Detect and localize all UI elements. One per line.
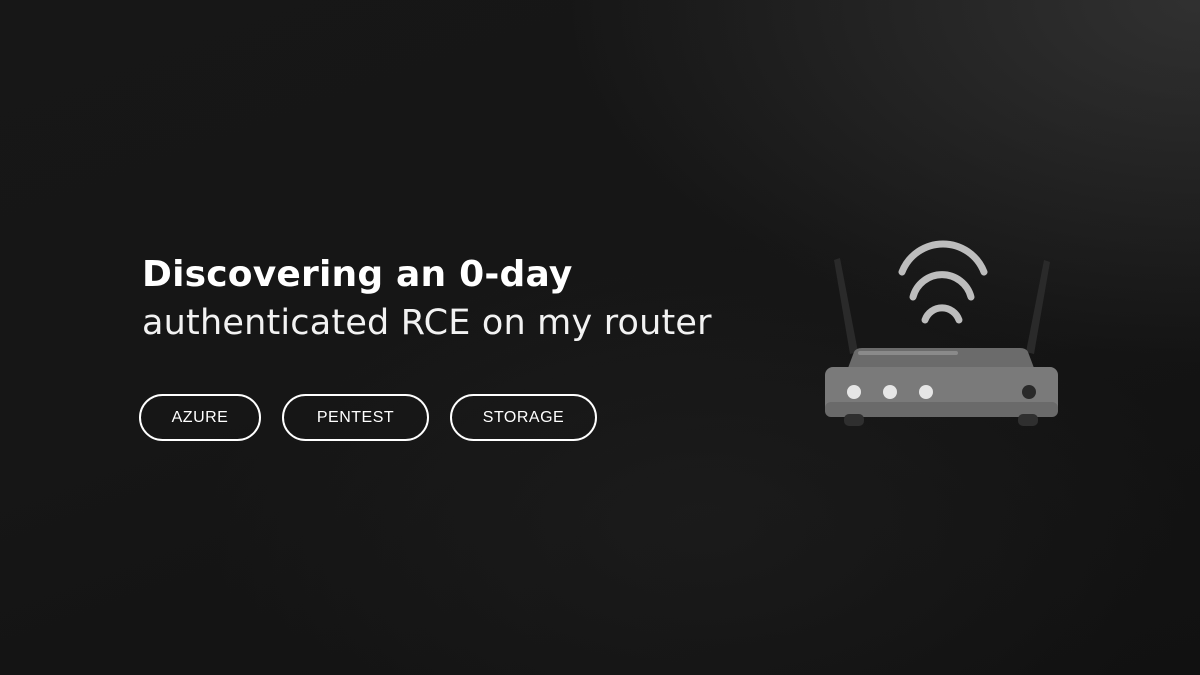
tag-storage[interactable]: STORAGE: [450, 394, 597, 441]
wifi-router-icon: [825, 240, 1058, 426]
tag-azure[interactable]: AZURE: [139, 394, 261, 441]
post-title-line-1: Discovering an 0-day: [142, 254, 573, 295]
tag-list: AZURE PENTEST STORAGE: [139, 394, 597, 441]
antenna-right: [1026, 260, 1050, 354]
router-body: [825, 348, 1058, 426]
antenna-left: [834, 258, 858, 354]
wifi-waves: [898, 240, 988, 324]
post-title-line-2: authenticated RCE on my router: [142, 303, 712, 343]
tag-pentest[interactable]: PENTEST: [282, 394, 429, 441]
post-title: Discovering an 0-day authenticated RCE o…: [142, 252, 712, 348]
